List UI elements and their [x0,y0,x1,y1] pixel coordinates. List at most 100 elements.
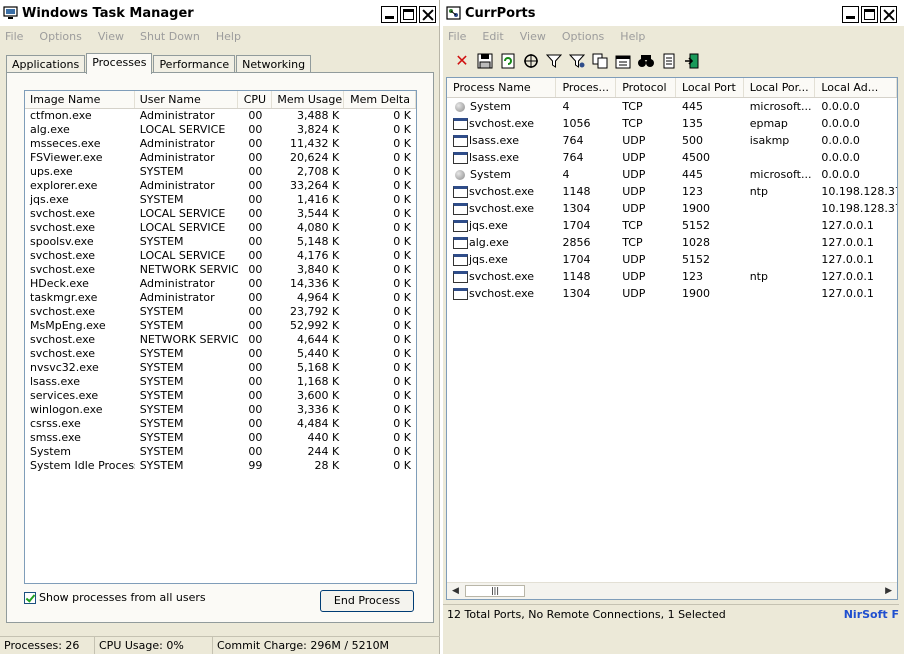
menu-help[interactable]: Help [215,28,242,45]
nirsoft-link[interactable]: NirSoft F [838,605,899,624]
maximize-icon[interactable] [861,6,878,23]
table-row[interactable]: winlogon.exe SYSTEM 00 3,336 K 0 K [25,403,416,417]
table-row[interactable]: taskmgr.exe Administrator 00 4,964 K 0 K [25,291,416,305]
port-process-name-cell: svchost.exe [447,200,556,217]
checkbox-checked-icon[interactable] [24,591,36,604]
column-mem-delta[interactable]: Mem Delta [344,91,416,108]
table-row[interactable]: spoolsv.exe SYSTEM 00 5,148 K 0 K [25,235,416,249]
table-row[interactable]: svchost.exe LOCAL SERVICE 00 4,080 K 0 K [25,221,416,235]
table-row[interactable]: System 4 TCP 445 microsoft... 0.0.0.0 [447,98,897,115]
table-row[interactable]: svchost.exe SYSTEM 00 23,792 K 0 K [25,305,416,319]
currports-menubar: File Edit View Options Help [443,26,904,46]
table-row[interactable]: MsMpEng.exe SYSTEM 00 52,992 K 0 K [25,319,416,333]
process-cpu: 00 [248,249,263,262]
column-image-name[interactable]: Image Name [25,91,135,108]
maximize-icon[interactable] [400,6,417,23]
close-icon[interactable] [880,6,897,23]
table-row[interactable]: System SYSTEM 00 244 K 0 K [25,445,416,459]
table-row[interactable]: msseces.exe Administrator 00 11,432 K 0 K [25,137,416,151]
menu-help[interactable]: Help [619,28,646,45]
task-manager-titlebar[interactable]: Windows Task Manager [0,0,439,26]
process-list[interactable]: Image Name User Name CPU Mem Usage Mem D… [24,90,417,584]
save-icon[interactable] [476,52,494,70]
table-row[interactable]: HDeck.exe Administrator 00 14,336 K 0 K [25,277,416,291]
table-row[interactable]: svchost.exe NETWORK SERVICE 00 3,840 K 0 K [25,263,416,277]
menu-options[interactable]: Options [38,28,82,45]
table-row[interactable]: svchost.exe 1304 UDP 1900 10.198.128.37 [447,200,897,217]
menu-edit[interactable]: Edit [481,28,504,45]
table-row[interactable]: svchost.exe 1304 UDP 1900 127.0.0.1 [447,285,897,302]
column-local-port[interactable]: Local Port [676,78,744,97]
close-icon[interactable] [419,6,436,23]
table-row[interactable]: svchost.exe LOCAL SERVICE 00 4,176 K 0 K [25,249,416,263]
process-image-name: taskmgr.exe [30,291,98,304]
table-row[interactable]: lsass.exe 764 UDP 500 isakmp 0.0.0.0 [447,132,897,149]
menu-file[interactable]: File [447,28,467,45]
table-row[interactable]: svchost.exe 1148 UDP 123 ntp 127.0.0.1 [447,268,897,285]
end-process-button[interactable]: End Process [320,590,414,612]
table-row[interactable]: FSViewer.exe Administrator 00 20,624 K 0 K [25,151,416,165]
currports-titlebar[interactable]: CurrPorts [443,0,904,26]
menu-options[interactable]: Options [561,28,605,45]
menu-shut-down[interactable]: Shut Down [139,28,201,45]
scroll-left-arrow-icon[interactable]: ◀ [452,586,459,596]
table-row[interactable]: ctfmon.exe Administrator 00 3,488 K 0 K [25,109,416,123]
table-row[interactable]: lsass.exe SYSTEM 00 1,168 K 0 K [25,375,416,389]
table-row[interactable]: ups.exe SYSTEM 00 2,708 K 0 K [25,165,416,179]
column-process-id[interactable]: Proces... [556,78,617,97]
tab-performance[interactable]: Performance [153,55,236,73]
show-all-users-checkbox[interactable]: Show processes from all users [24,591,206,604]
table-row[interactable]: jqs.exe 1704 UDP 5152 127.0.0.1 [447,251,897,268]
horizontal-scrollbar[interactable]: ◀ ||| ▶ [447,582,897,599]
table-row[interactable]: smss.exe SYSTEM 00 440 K 0 K [25,431,416,445]
process-mem-usage: 3,488 K [296,109,340,122]
table-row[interactable]: svchost.exe LOCAL SERVICE 00 3,544 K 0 K [25,207,416,221]
table-row[interactable]: svchost.exe 1056 TCP 135 epmap 0.0.0.0 [447,115,897,132]
copy-icon[interactable] [591,52,609,70]
table-row[interactable]: svchost.exe SYSTEM 00 5,440 K 0 K [25,347,416,361]
refresh-icon[interactable] [499,52,517,70]
table-row[interactable]: services.exe SYSTEM 00 3,600 K 0 K [25,389,416,403]
menu-view[interactable]: View [97,28,125,45]
menu-file[interactable]: File [4,28,24,45]
column-process-name[interactable]: Process Name [447,78,557,97]
ports-list[interactable]: Process Name Proces... Protocol Local Po… [446,77,898,600]
tab-networking[interactable]: Networking [236,55,312,73]
properties-icon[interactable] [522,52,540,70]
table-row[interactable]: System 4 UDP 445 microsoft... 0.0.0.0 [447,166,897,183]
table-row[interactable]: csrss.exe SYSTEM 00 4,484 K 0 K [25,417,416,431]
advanced-filter-icon[interactable] [568,52,586,70]
find-icon[interactable] [637,52,655,70]
table-row[interactable]: jqs.exe SYSTEM 00 1,416 K 0 K [25,193,416,207]
process-window-icon [453,151,468,164]
column-cpu[interactable]: CPU [238,91,273,108]
close-connection-icon[interactable]: ✕ [453,52,471,70]
column-local-address[interactable]: Local Ad... [815,78,897,97]
table-row[interactable]: lsass.exe 764 UDP 4500 0.0.0.0 [447,149,897,166]
tab-applications[interactable]: Applications [6,55,86,73]
table-row[interactable]: System Idle Process SYSTEM 99 28 K 0 K [25,459,416,473]
table-row[interactable]: explorer.exe Administrator 00 33,264 K 0 K [25,179,416,193]
column-user-name[interactable]: User Name [135,91,239,108]
table-row[interactable]: alg.exe LOCAL SERVICE 00 3,824 K 0 K [25,123,416,137]
table-row[interactable]: svchost.exe 1148 UDP 123 ntp 10.198.128.37 [447,183,897,200]
column-local-port-name[interactable]: Local Por... [744,78,816,97]
port-local-port-name: microsoft... [749,168,812,181]
minimize-icon[interactable] [842,6,859,23]
scroll-right-arrow-icon[interactable]: ▶ [885,586,892,596]
exit-icon[interactable] [683,52,701,70]
table-row[interactable]: nvsvc32.exe SYSTEM 00 5,168 K 0 K [25,361,416,375]
tab-processes[interactable]: Processes [86,53,153,74]
report-icon[interactable] [660,52,678,70]
menu-view[interactable]: View [519,28,547,45]
minimize-icon[interactable] [381,6,398,23]
scrollbar-thumb[interactable]: ||| [465,585,525,597]
column-mem-usage[interactable]: Mem Usage [272,91,345,108]
table-row[interactable]: svchost.exe NETWORK SERVICE 00 4,644 K 0 K [25,333,416,347]
html-report-icon[interactable] [614,52,632,70]
column-protocol[interactable]: Protocol [616,78,676,97]
table-row[interactable]: jqs.exe 1704 TCP 5152 127.0.0.1 [447,217,897,234]
table-row[interactable]: alg.exe 2856 TCP 1028 127.0.0.1 [447,234,897,251]
task-manager-tabs: Applications Processes Performance Netwo… [6,52,312,74]
filter-icon[interactable] [545,52,563,70]
